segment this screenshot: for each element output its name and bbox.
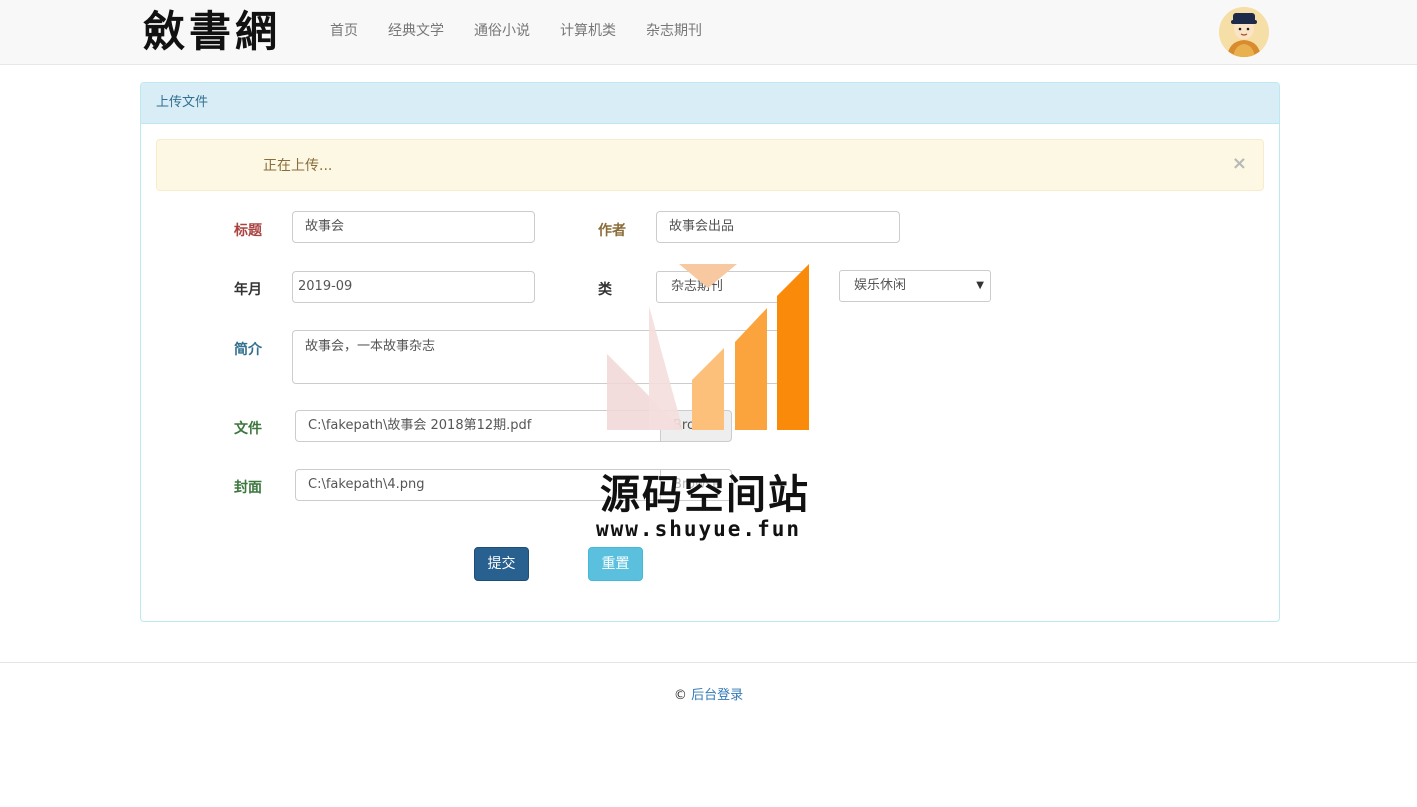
avatar-portrait-icon — [1219, 7, 1269, 57]
reset-button[interactable]: 重置 — [588, 547, 643, 581]
page-footer: © 后台登录 — [0, 684, 1417, 703]
watermark-url: www.shuyue.fun — [596, 517, 802, 541]
alert-message: 正在上传... — [263, 158, 333, 174]
nav-item-classic-literature[interactable]: 经典文学 — [388, 21, 444, 41]
top-navbar: 斂書網 首页 经典文学 通俗小说 计算机类 杂志期刊 — [0, 0, 1417, 65]
file-label: 文件 — [234, 421, 262, 437]
author-input[interactable]: 故事会出品 — [656, 211, 900, 243]
footer-divider — [0, 662, 1417, 663]
title-label: 标题 — [234, 223, 262, 239]
cover-label: 封面 — [234, 480, 262, 496]
watermark-logo-icon — [607, 264, 809, 430]
site-logo[interactable]: 斂書網 — [143, 6, 281, 58]
intro-label: 简介 — [234, 342, 262, 358]
copyright-symbol: © — [673, 688, 687, 703]
admin-login-link[interactable]: 后台登录 — [691, 688, 743, 703]
subcategory-select[interactable]: 娱乐休闲 ▼ — [839, 270, 991, 302]
subcategory-select-value: 娱乐休闲 — [854, 278, 907, 293]
panel-heading: 上传文件 — [141, 83, 1279, 124]
nav-item-home[interactable]: 首页 — [330, 21, 358, 41]
user-avatar[interactable] — [1219, 7, 1269, 57]
nav-item-popular-novels[interactable]: 通俗小说 — [474, 21, 530, 41]
nav-item-magazines[interactable]: 杂志期刊 — [646, 21, 702, 41]
date-input[interactable]: 2019-09 — [292, 271, 535, 303]
nav-item-computer-books[interactable]: 计算机类 — [560, 21, 616, 41]
title-input[interactable]: 故事会 — [292, 211, 535, 243]
close-icon[interactable]: × — [1232, 153, 1247, 174]
chevron-down-icon: ▼ — [976, 280, 984, 291]
author-label: 作者 — [598, 223, 626, 239]
upload-status-alert: 正在上传... × — [156, 139, 1264, 191]
date-label: 年月 — [234, 282, 262, 298]
submit-button[interactable]: 提交 — [474, 547, 529, 581]
watermark-title: 源码空间站 — [600, 472, 810, 518]
